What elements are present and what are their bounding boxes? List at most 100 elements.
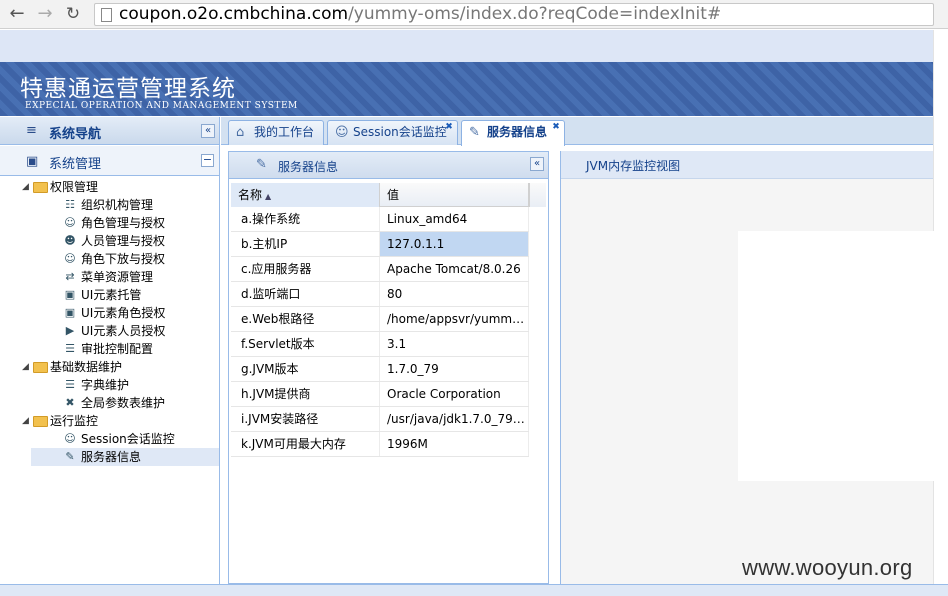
accordion-system-management[interactable]: ▣ 系统管理 −: [0, 146, 219, 176]
tree-folder[interactable]: ◢ 运行监控: [0, 412, 219, 430]
folder-icon: [33, 416, 48, 427]
column-header-name-label: 名称: [238, 188, 263, 202]
accordion-title: 系统管理: [49, 157, 102, 172]
server-info-grid: 名称 ▲ 值 a.操作系统 Linux_amd64 b.主机IP 127.0.1.1 c.…: [231, 183, 529, 457]
tree-item[interactable]: ☰ 审批控制配置: [0, 340, 219, 358]
expand-arrow-icon[interactable]: ◢: [22, 412, 29, 430]
tree-folder-label: 基础数据维护: [50, 360, 123, 374]
close-tab-icon[interactable]: ✖: [444, 122, 454, 132]
table-row[interactable]: i.JVM安装路径/usr/java/jdk1.7.0_79/jre: [231, 407, 529, 432]
users-icon: ☻: [64, 234, 76, 247]
tree-item[interactable]: ▣ UI元素托管: [0, 286, 219, 304]
approval-icon: ☰: [65, 342, 75, 355]
server-info-icon: ✎: [256, 157, 267, 172]
window-user-icon: ▶: [65, 324, 75, 337]
tree-item-label: 角色下放与授权: [81, 252, 166, 266]
sidebar-header: ≡ 系统导航 «: [0, 117, 219, 145]
tree-item[interactable]: ☰ 字典维护: [0, 376, 219, 394]
folder-icon: [33, 362, 48, 373]
tree-item-label: UI元素人员授权: [81, 324, 166, 338]
expand-arrow-icon[interactable]: ◢: [22, 178, 29, 196]
sort-asc-icon: ▲: [265, 192, 272, 201]
tab-session-monitor[interactable]: ☺ Session会话监控 ✖: [327, 120, 458, 145]
property-value-cell[interactable]: /usr/java/jdk1.7.0_79/jre: [380, 407, 529, 431]
back-arrow-icon[interactable]: ←: [6, 3, 28, 25]
tools-icon: ✖: [65, 396, 75, 409]
session-icon: ☺: [64, 432, 76, 445]
column-header-value[interactable]: 值: [380, 183, 529, 207]
table-row[interactable]: e.Web根路径/home/appsvr/yummy-o...: [231, 307, 529, 332]
collapse-sidebar-button[interactable]: «: [201, 124, 215, 138]
property-value-cell[interactable]: 3.1: [380, 332, 529, 356]
close-tab-icon[interactable]: ✖: [551, 122, 561, 132]
app-subtitle: EXPECIAL OPERATION AND MANAGEMENT SYSTEM: [25, 101, 298, 111]
browser-toolbar: ← → ↻ coupon.o2o.cmbchina.com/yummy-oms/…: [0, 0, 948, 29]
tree-folder[interactable]: ◢ 基础数据维护: [0, 358, 219, 376]
tree-item-label: 角色管理与授权: [81, 216, 166, 230]
tree-item[interactable]: ☻ 人员管理与授权: [0, 232, 219, 250]
table-row[interactable]: d.监听端口 80: [231, 282, 529, 307]
grid-body: a.操作系统 Linux_amd64 b.主机IP 127.0.1.1 c.应用服务器 A…: [231, 207, 529, 457]
server-info-panel-header: ✎ 服务器信息 «: [229, 152, 548, 179]
property-value-cell[interactable]: Linux_amd64: [380, 207, 529, 231]
address-bar[interactable]: coupon.o2o.cmbchina.com/yummy-oms/index.…: [94, 3, 934, 26]
property-name-cell: h.JVM提供商: [231, 382, 380, 406]
property-name-cell: k.JVM可用最大内存: [231, 432, 380, 456]
property-value-cell[interactable]: Oracle Corporation: [380, 382, 529, 406]
app-header: 特惠通运营管理系统 EXPECIAL OPERATION AND MANAGEM…: [0, 62, 933, 116]
tree-item[interactable]: ▶ UI元素人员授权: [0, 322, 219, 340]
property-name-cell: f.Servlet版本: [231, 332, 380, 356]
table-row[interactable]: h.JVM提供商 Oracle Corporation: [231, 382, 529, 407]
property-value-cell[interactable]: 1996M: [380, 432, 529, 456]
tree-item-label: 字典维护: [81, 378, 130, 392]
tab-server-info[interactable]: ✎ 服务器信息 ✖: [461, 120, 565, 146]
table-row[interactable]: f.Servlet版本 3.1: [231, 332, 529, 357]
forward-arrow-icon[interactable]: →: [34, 3, 56, 25]
property-value-cell[interactable]: 1.7.0_79: [380, 357, 529, 381]
server-info-icon: ✎: [65, 450, 75, 463]
tab-label: Session会话监控: [353, 125, 447, 139]
collapse-section-button[interactable]: −: [201, 154, 214, 167]
table-row[interactable]: g.JVM版本 1.7.0_79: [231, 357, 529, 382]
tree-item[interactable]: ☺ 角色下放与授权: [0, 250, 219, 268]
property-value-cell[interactable]: Apache Tomcat/8.0.26: [380, 257, 529, 281]
tree-item-label: 菜单资源管理: [81, 270, 154, 284]
expand-arrow-icon[interactable]: ◢: [22, 358, 29, 376]
column-header-name[interactable]: 名称 ▲: [231, 183, 380, 207]
reload-icon[interactable]: ↻: [62, 3, 84, 25]
property-name-cell: d.监听端口: [231, 282, 380, 306]
tree-item[interactable]: ✖ 全局参数表维护: [0, 394, 219, 412]
role-icon: ☺: [64, 216, 76, 229]
tree-item[interactable]: ☺ Session会话监控: [0, 430, 219, 448]
tree-item[interactable]: ✎ 服务器信息: [31, 448, 219, 466]
property-value-cell[interactable]: 127.0.1.1: [380, 232, 529, 256]
folder-open-icon: ▣: [26, 154, 39, 169]
tree-folder-label: 运行监控: [50, 414, 99, 428]
tree-folder[interactable]: ◢ 权限管理: [0, 178, 219, 196]
url-path: /yummy-oms/index.do?reqCode=indexInit#: [348, 4, 722, 24]
grid-header: 名称 ▲ 值: [231, 183, 529, 207]
watermark: www.wooyun.org: [742, 555, 913, 580]
jvm-memory-panel: JVM内存监控视图: [560, 151, 934, 584]
navigation-icon: ≡: [26, 123, 37, 138]
tree-item-label: 组织机构管理: [81, 198, 154, 212]
table-row[interactable]: b.主机IP 127.0.1.1: [231, 232, 529, 257]
tree-item[interactable]: ☺ 角色管理与授权: [0, 214, 219, 232]
table-row[interactable]: c.应用服务器 Apache Tomcat/8.0.26: [231, 257, 529, 282]
session-icon: ☺: [335, 125, 349, 140]
table-row[interactable]: a.操作系统 Linux_amd64: [231, 207, 529, 232]
table-row[interactable]: k.JVM可用最大内存 1996M: [231, 432, 529, 457]
tree-item[interactable]: ☷ 组织机构管理: [0, 196, 219, 214]
collapse-panel-button[interactable]: «: [530, 157, 544, 171]
property-value-cell[interactable]: 80: [380, 282, 529, 306]
user-outline-icon: ☺: [64, 252, 76, 265]
tree-item[interactable]: ⇄ 菜单资源管理: [0, 268, 219, 286]
window-role-icon: ▣: [64, 306, 76, 319]
tab-workbench[interactable]: ⌂ 我的工作台: [228, 120, 324, 145]
tree-item[interactable]: ▣ UI元素角色授权: [0, 304, 219, 322]
url-host: coupon.o2o.cmbchina.com: [119, 4, 349, 24]
property-value-cell[interactable]: /home/appsvr/yummy-o...: [380, 307, 529, 331]
page-icon: [101, 8, 112, 22]
property-name-cell: i.JVM安装路径: [231, 407, 380, 431]
property-name-cell: c.应用服务器: [231, 257, 380, 281]
